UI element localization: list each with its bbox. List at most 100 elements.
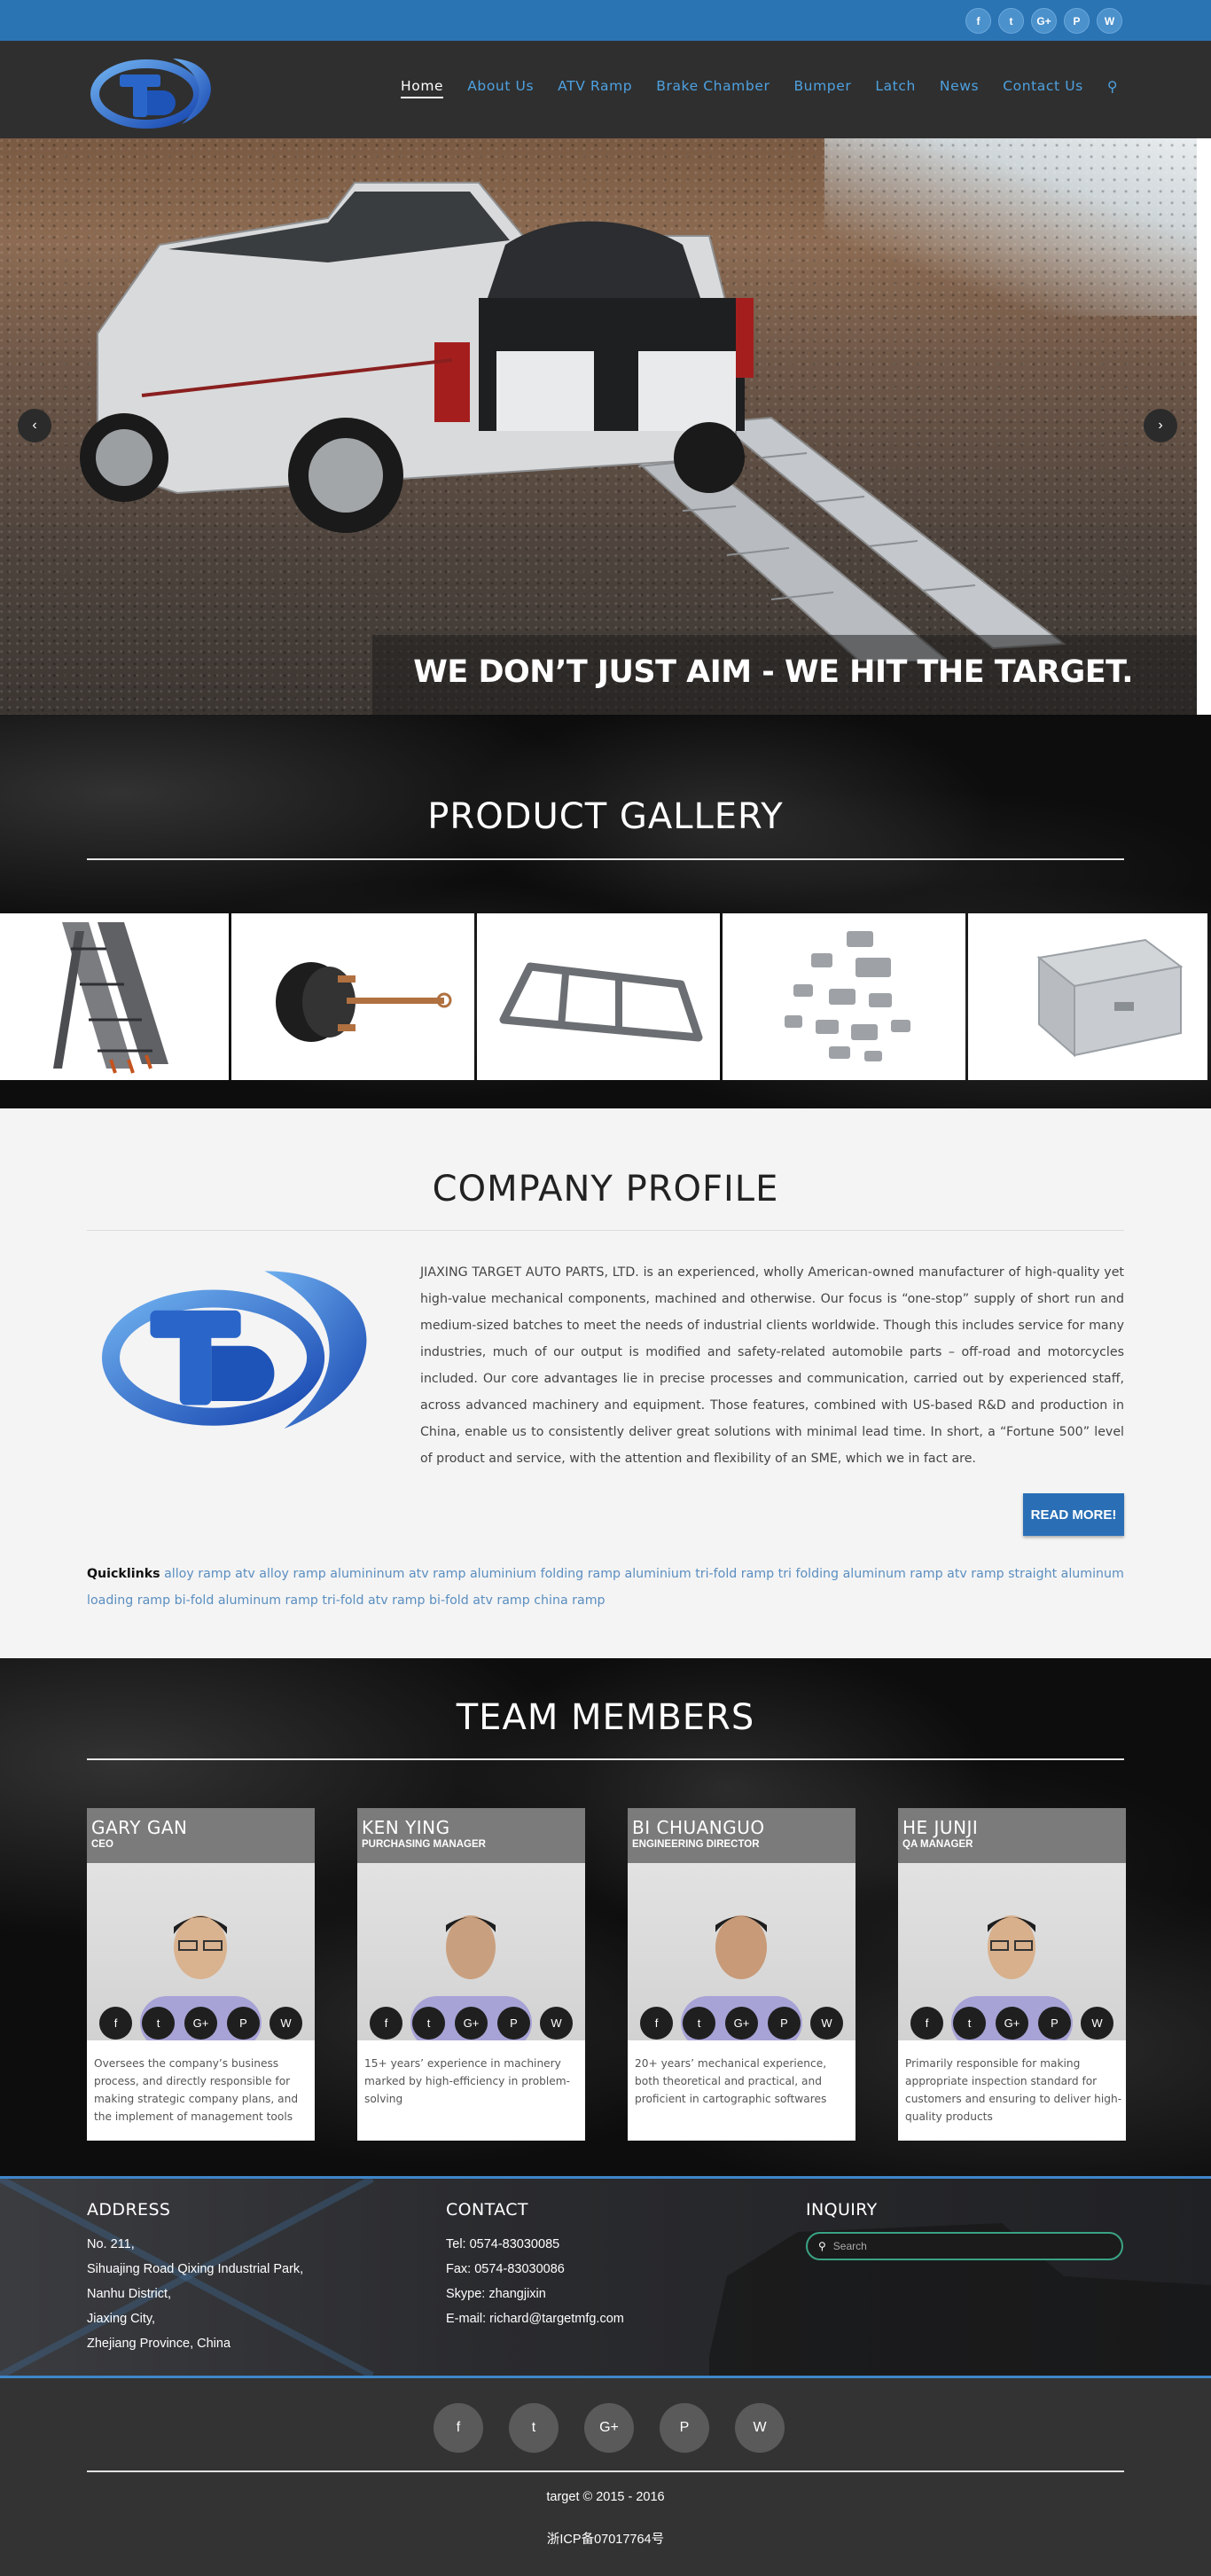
member-social-links: f t G+ P W	[898, 2003, 1126, 2040]
site-header: Home About Us ATV Ramp Brake Chamber Bum…	[0, 41, 1211, 138]
top-social-links: f t G+ P W	[965, 8, 1122, 34]
pinterest-icon[interactable]: P	[1038, 2007, 1071, 2040]
gallery-divider	[87, 858, 1124, 860]
quicklinks-links[interactable]: alloy ramp atv alloy ramp alumininum atv…	[87, 1567, 1124, 1608]
member-role: PURCHASING MANAGER	[362, 1839, 486, 1850]
product-thumb-bumper[interactable]	[477, 913, 720, 1080]
whatsapp-icon[interactable]: W	[1081, 2007, 1113, 2040]
read-more-button[interactable]: READ MORE!	[1023, 1493, 1124, 1536]
search-icon: ⚲	[818, 2240, 826, 2252]
nav-bumper[interactable]: Bumper	[793, 78, 851, 98]
nav-brake-chamber[interactable]: Brake Chamber	[656, 78, 770, 98]
slider-next-button[interactable]: ›	[1144, 409, 1177, 442]
nav-atv-ramp[interactable]: ATV Ramp	[558, 78, 632, 98]
quicklinks: Quicklinks alloy ramp atv alloy ramp alu…	[87, 1561, 1124, 1614]
twitter-icon[interactable]: t	[953, 2007, 986, 2040]
twitter-icon[interactable]: t	[509, 2403, 559, 2453]
twitter-icon[interactable]: t	[142, 2007, 175, 2040]
whatsapp-icon[interactable]: W	[540, 2007, 573, 2040]
member-social-links: f t G+ P W	[87, 2003, 315, 2040]
team-title: TEAM MEMBERS	[456, 1697, 755, 1738]
product-thumb-latch[interactable]	[723, 913, 965, 1080]
product-thumb-atv-ramp[interactable]	[0, 913, 229, 1080]
facebook-icon[interactable]: f	[910, 2007, 943, 2040]
nav-contact-us[interactable]: Contact Us	[1003, 78, 1083, 98]
footer-divider	[87, 2470, 1124, 2472]
team-members-section: TEAM MEMBERS GARY GAN CEO f t G+ P W Ove…	[0, 1658, 1211, 2176]
facebook-icon[interactable]: f	[434, 2403, 483, 2453]
pinterest-icon[interactable]: P	[768, 2007, 801, 2040]
nav-about-us[interactable]: About Us	[467, 78, 534, 98]
inquiry-title: INQUIRY	[806, 2200, 878, 2220]
google-plus-icon[interactable]: G+	[184, 2007, 217, 2040]
address-line: Nanhu District,	[87, 2287, 172, 2301]
google-plus-icon[interactable]: G+	[725, 2007, 758, 2040]
whatsapp-icon[interactable]: W	[735, 2403, 785, 2453]
product-thumb-tool-box[interactable]	[968, 913, 1207, 1080]
address-line: No. 211,	[87, 2237, 135, 2251]
company-logo[interactable]	[84, 51, 222, 131]
product-thumb-brake-chamber[interactable]	[231, 913, 474, 1080]
quicklinks-label: Quicklinks	[87, 1567, 160, 1581]
facebook-icon[interactable]: f	[965, 8, 991, 34]
profile-title: COMPANY PROFILE	[432, 1169, 779, 1210]
contact-email[interactable]: E-mail: richard@targetmfg.com	[446, 2306, 624, 2331]
member-role: CEO	[91, 1839, 113, 1850]
member-role: ENGINEERING DIRECTOR	[632, 1839, 760, 1850]
google-plus-icon[interactable]: G+	[996, 2007, 1028, 2040]
member-social-links: f t G+ P W	[628, 2003, 856, 2040]
member-name: BI CHUANGUO	[632, 1817, 765, 1838]
footer-info: ADDRESS No. 211, Sihuajing Road Qixing I…	[0, 2176, 1211, 2378]
slider-prev-button[interactable]: ‹	[18, 409, 51, 442]
twitter-icon[interactable]: t	[412, 2007, 445, 2040]
address-line: Jiaxing City,	[87, 2312, 156, 2326]
nav-home[interactable]: Home	[401, 78, 444, 98]
contact-tel: Tel: 0574-83030085	[446, 2237, 560, 2251]
team-card: BI CHUANGUO ENGINEERING DIRECTOR f t G+ …	[628, 1808, 856, 2141]
member-name: GARY GAN	[91, 1817, 188, 1838]
address-column: ADDRESS No. 211, Sihuajing Road Qixing I…	[87, 2200, 303, 2356]
search-placeholder: Search	[832, 2240, 867, 2252]
team-card-header: GARY GAN CEO	[87, 1808, 315, 1863]
whatsapp-icon[interactable]: W	[810, 2007, 843, 2040]
member-description: 20+ years’ mechanical experience, both t…	[635, 2057, 827, 2105]
pinterest-icon[interactable]: P	[1064, 8, 1090, 34]
inquiry-search-input[interactable]: ⚲ Search	[806, 2232, 1123, 2260]
profile-divider	[87, 1230, 1124, 1231]
pinterest-icon[interactable]: P	[660, 2403, 709, 2453]
pinterest-icon[interactable]: P	[497, 2007, 530, 2040]
facebook-icon[interactable]: f	[370, 2007, 402, 2040]
nav-news[interactable]: News	[940, 78, 979, 98]
member-description: Primarily responsible for making appropr…	[905, 2057, 1122, 2123]
whatsapp-icon[interactable]: W	[1097, 8, 1122, 34]
address-line: Zhejiang Province, China	[87, 2337, 231, 2351]
pinterest-icon[interactable]: P	[227, 2007, 260, 2040]
nav-latch[interactable]: Latch	[875, 78, 916, 98]
twitter-icon[interactable]: t	[683, 2007, 715, 2040]
copyright: target © 2015 - 2016	[546, 2490, 665, 2504]
gallery-thumbnails	[0, 913, 1211, 1080]
team-divider	[87, 1758, 1124, 1760]
twitter-icon[interactable]: t	[998, 8, 1024, 34]
contact-title: CONTACT	[446, 2200, 528, 2220]
member-description: Oversees the company’s business process,…	[94, 2057, 299, 2123]
google-plus-icon[interactable]: G+	[455, 2007, 488, 2040]
address-line: Sihuajing Road Qixing Industrial Park,	[87, 2262, 304, 2276]
facebook-icon[interactable]: f	[99, 2007, 132, 2040]
company-logo-large	[101, 1271, 367, 1429]
team-cards: GARY GAN CEO f t G+ P W Oversees the com…	[87, 1808, 1126, 2141]
contact-fax: Fax: 0574-83030086	[446, 2262, 565, 2276]
team-card: HE JUNJI QA MANAGER f t G+ P W Primarily…	[898, 1808, 1126, 2141]
facebook-icon[interactable]: f	[640, 2007, 673, 2040]
icp-license[interactable]: 浙ICP备07017764号	[0, 2529, 1211, 2548]
whatsapp-icon[interactable]: W	[270, 2007, 302, 2040]
hero-edge	[1197, 138, 1211, 715]
member-name: HE JUNJI	[902, 1817, 979, 1838]
product-gallery-section: PRODUCT GALLERY	[0, 715, 1211, 1108]
search-icon[interactable]: ⚲	[1107, 78, 1118, 98]
google-plus-icon[interactable]: G+	[584, 2403, 634, 2453]
hero-truck-image	[80, 182, 1066, 662]
footer-social-links: f t G+ P W	[434, 2403, 785, 2453]
address-title: ADDRESS	[87, 2200, 171, 2220]
google-plus-icon[interactable]: G+	[1031, 8, 1057, 34]
